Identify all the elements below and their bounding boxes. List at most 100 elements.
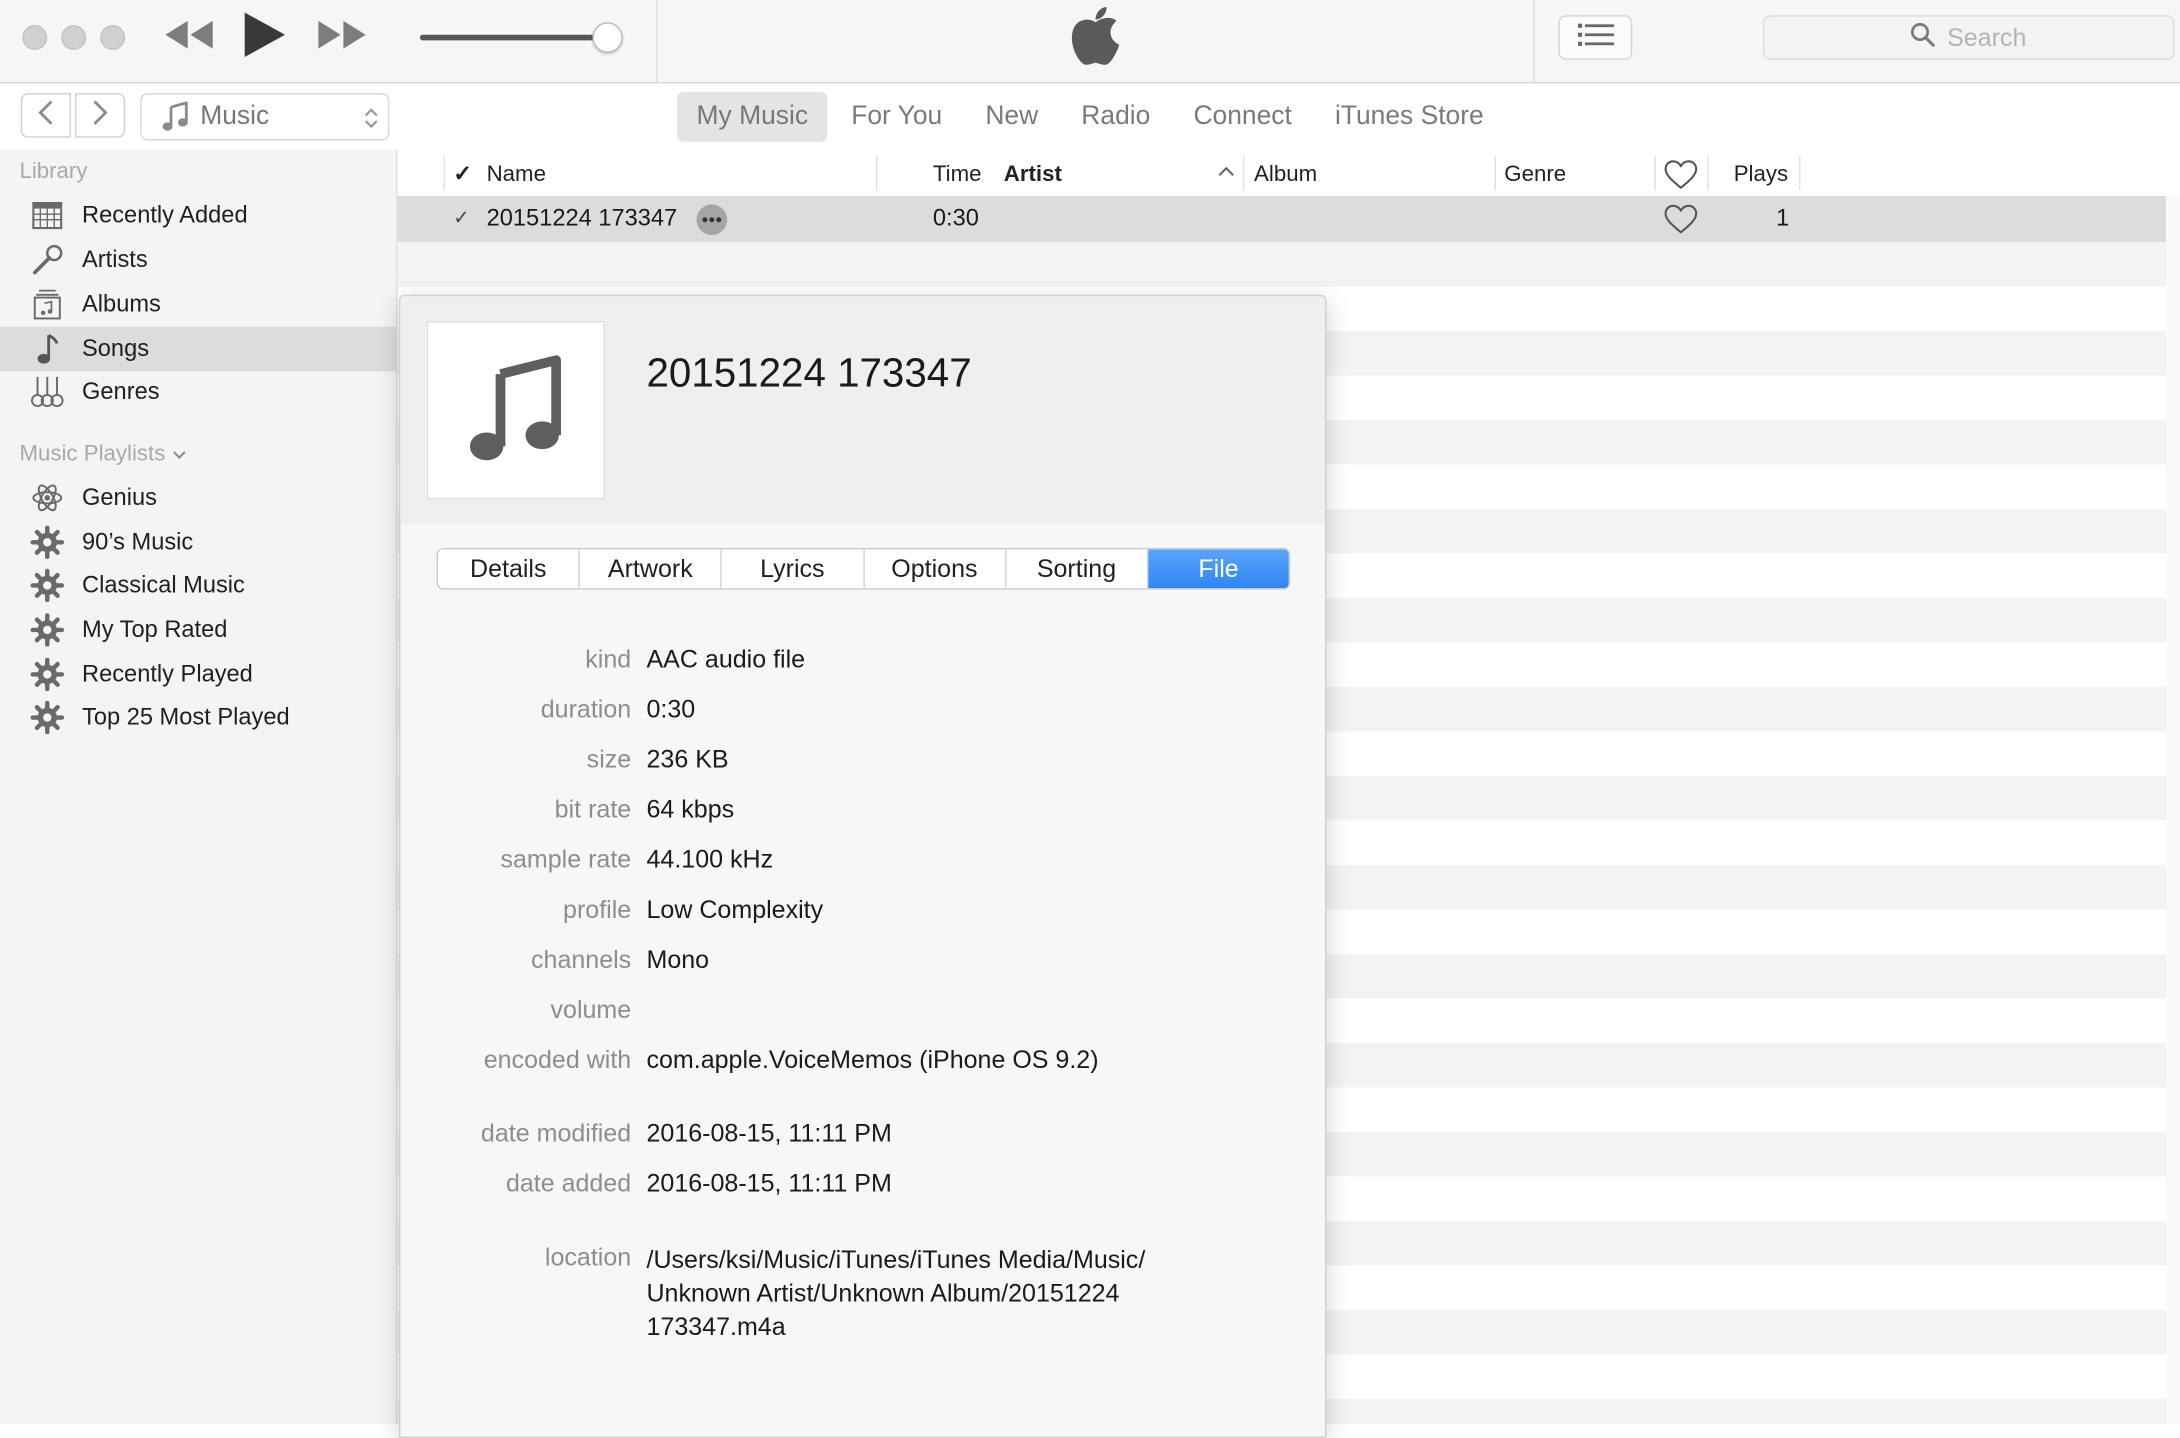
column-divider	[443, 155, 445, 191]
chevron-down-icon	[172, 449, 186, 460]
zoom-window-button[interactable]	[100, 25, 126, 51]
row-plays: 1	[1776, 204, 1790, 231]
fast-forward-button[interactable]	[314, 17, 370, 59]
column-header-artist[interactable]: Artist	[1004, 150, 1062, 196]
column-divider	[875, 155, 878, 191]
album-stack-icon	[31, 288, 64, 321]
search-field[interactable]: Search	[1762, 15, 2175, 60]
sidebar-item-label: Recently Added	[82, 201, 248, 229]
field-label: bit rate	[554, 795, 632, 824]
playlists-heading-label: Music Playlists	[19, 442, 166, 466]
close-window-button[interactable]	[22, 25, 48, 51]
field-value: 2016-08-15, 11:11 PM	[646, 1119, 892, 1148]
apple-icon	[1069, 5, 1122, 73]
table-row[interactable]: ✓ 20151224 173347 0:30 1	[397, 197, 2167, 242]
song-info-popover: 20151224 173347 Details Artwork Lyrics O…	[399, 294, 1327, 1438]
fast-forward-icon	[317, 19, 367, 57]
tab-options[interactable]: Options	[864, 549, 1007, 589]
rewind-button[interactable]	[161, 17, 217, 59]
artwork-placeholder	[426, 321, 605, 500]
song-title: 20151224 173347	[646, 351, 972, 397]
sidebar-item-top-25-most-played[interactable]: Top 25 Most Played	[0, 695, 396, 739]
guitars-icon	[31, 375, 64, 408]
back-button[interactable]	[20, 93, 71, 138]
sidebar-item-90s-music[interactable]: 90’s Music	[0, 520, 396, 564]
sidebar-item-recently-added[interactable]: Recently Added	[0, 193, 396, 237]
field-value: 44.100 kHz	[646, 845, 774, 874]
sidebar-item-label: Songs	[82, 335, 150, 362]
sidebar-item-songs[interactable]: Songs	[0, 326, 397, 372]
field-value: 64 kbps	[646, 795, 735, 824]
chevron-left-icon	[38, 98, 55, 133]
column-header-check[interactable]: ✓	[453, 150, 472, 196]
tab-my-music[interactable]: My Music	[677, 91, 828, 142]
column-divider	[1799, 155, 1801, 191]
field-value: 0:30	[646, 695, 696, 724]
up-next-button[interactable]	[1558, 15, 1633, 60]
minimize-window-button[interactable]	[61, 25, 87, 51]
field-label: volume	[550, 995, 632, 1024]
tab-artwork[interactable]: Artwork	[580, 549, 723, 589]
list-icon	[1577, 22, 1614, 54]
sidebar-item-artists[interactable]: Artists	[0, 238, 396, 282]
column-divider	[1242, 155, 1245, 191]
field-label: sample rate	[500, 845, 632, 874]
field-label: encoded with	[483, 1045, 632, 1074]
column-header-name[interactable]: Name	[487, 150, 546, 196]
heart-icon[interactable]	[1664, 204, 1698, 234]
music-note-icon	[31, 332, 64, 365]
sidebar-item-classical-music[interactable]: Classical Music	[0, 563, 396, 607]
sidebar-item-genres[interactable]: Genres	[0, 370, 396, 414]
genius-atom-icon	[31, 481, 64, 514]
sidebar-item-genius[interactable]: Genius	[0, 476, 396, 520]
nav-bar: Music My Music For You New Radio Connect…	[0, 83, 2180, 152]
media-kind-picker[interactable]: Music	[140, 93, 390, 141]
tab-for-you[interactable]: For You	[832, 92, 962, 142]
tab-sorting[interactable]: Sorting	[1006, 549, 1149, 589]
tab-details[interactable]: Details	[438, 549, 580, 589]
heart-icon[interactable]	[1664, 160, 1698, 190]
volume-slider-track[interactable]	[419, 34, 609, 41]
calendar-grid-icon	[31, 199, 64, 232]
sidebar-item-label: Classical Music	[82, 571, 245, 598]
field-label: size	[586, 745, 632, 774]
field-value: 236 KB	[646, 745, 729, 774]
tab-itunes-store[interactable]: iTunes Store	[1315, 92, 1503, 142]
play-icon	[242, 10, 286, 64]
tab-connect[interactable]: Connect	[1174, 92, 1311, 142]
sidebar-item-label: Top 25 Most Played	[82, 703, 290, 731]
nav-tabs: My Music For You New Radio Connect iTune…	[677, 91, 1507, 142]
sidebar-item-albums[interactable]: Albums	[0, 282, 396, 326]
forward-button[interactable]	[75, 93, 126, 138]
toolbar-divider	[1533, 0, 1535, 83]
media-kind-label: Music	[200, 101, 270, 131]
sort-ascending-icon	[1218, 165, 1235, 176]
sidebar-item-recently-played[interactable]: Recently Played	[0, 652, 396, 696]
volume-slider-knob[interactable]	[592, 22, 623, 53]
vertical-scrollbar[interactable]	[2166, 196, 2180, 1424]
gear-icon	[30, 613, 64, 647]
tab-radio[interactable]: Radio	[1062, 92, 1170, 142]
field-value: 2016-08-15, 11:11 PM	[646, 1169, 892, 1198]
play-button[interactable]	[236, 11, 292, 64]
microphone-icon	[31, 243, 64, 276]
tab-new[interactable]: New	[966, 92, 1058, 142]
more-options-button[interactable]	[696, 204, 728, 236]
row-name: 20151224 173347	[486, 204, 678, 231]
row-checkbox[interactable]: ✓	[453, 206, 469, 230]
tab-lyrics[interactable]: Lyrics	[722, 549, 865, 589]
tab-file[interactable]: File	[1148, 549, 1289, 589]
column-divider	[1707, 155, 1709, 191]
field-label: date modified	[480, 1119, 632, 1148]
search-icon	[1911, 22, 1936, 54]
playlists-heading[interactable]: Music Playlists	[19, 442, 186, 467]
gear-icon	[30, 700, 64, 735]
column-header-time[interactable]: Time	[933, 150, 982, 196]
empty-row	[397, 241, 2167, 287]
column-header-plays[interactable]: Plays	[1734, 150, 1788, 196]
field-value[interactable]: /Users/ksi/Music/iTunes/iTunes Media/Mus…	[646, 1243, 1216, 1343]
column-header-album[interactable]: Album	[1254, 150, 1317, 196]
column-header-genre[interactable]: Genre	[1504, 150, 1566, 196]
sidebar-item-my-top-rated[interactable]: My Top Rated	[0, 608, 396, 652]
field-label: profile	[563, 895, 632, 924]
